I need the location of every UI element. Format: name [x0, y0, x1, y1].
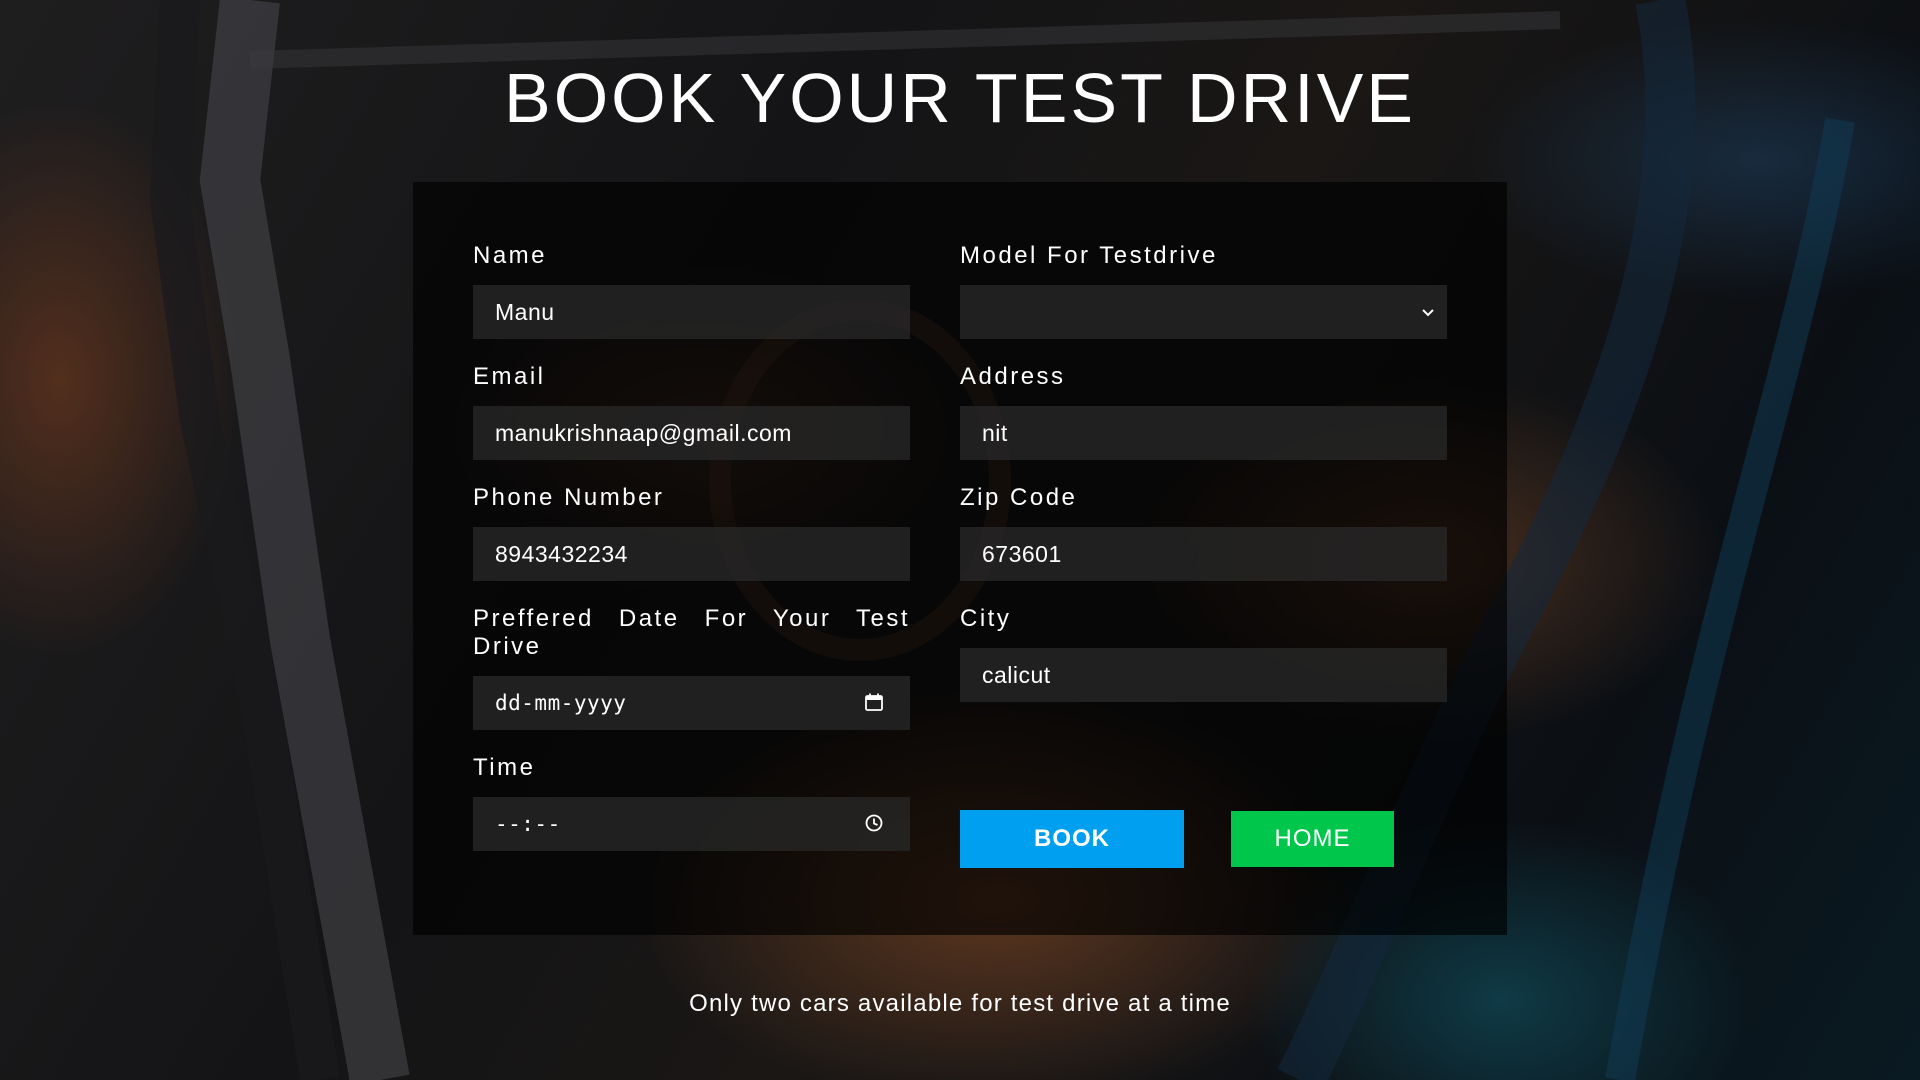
- home-button[interactable]: HOME: [1231, 811, 1394, 867]
- name-label: Name: [473, 242, 548, 269]
- phone-number-input[interactable]: 8943432234: [473, 527, 910, 581]
- zip-code-label: Zip Code: [960, 484, 1078, 511]
- time-label: Time: [473, 754, 536, 781]
- city-input[interactable]: calicut: [960, 648, 1447, 702]
- preferred-date-input[interactable]: dd-mm-yyyy: [473, 676, 910, 730]
- book-button[interactable]: BOOK: [960, 810, 1184, 868]
- time-input[interactable]: --:--: [473, 797, 910, 851]
- phone-number-label: Phone Number: [473, 484, 665, 511]
- email-label: Email: [473, 363, 546, 390]
- time-placeholder: --:--: [495, 812, 561, 836]
- chevron-down-icon: [1422, 309, 1434, 317]
- name-input[interactable]: Manu: [473, 285, 910, 339]
- calendar-icon[interactable]: [864, 692, 884, 712]
- clock-icon[interactable]: [864, 813, 884, 833]
- model-label: Model For Testdrive: [960, 242, 1218, 269]
- address-input[interactable]: nit: [960, 406, 1447, 460]
- model-select[interactable]: [960, 285, 1447, 339]
- date-placeholder: dd-mm-yyyy: [495, 691, 627, 715]
- email-input[interactable]: manukrishnaap@gmail.com: [473, 406, 910, 460]
- city-label: City: [960, 605, 1012, 632]
- preferred-date-label: Preffered Date For Your Test Drive: [473, 605, 910, 660]
- availability-note: Only two cars available for test drive a…: [689, 990, 1231, 1017]
- zip-code-input[interactable]: 673601: [960, 527, 1447, 581]
- page-title: BOOK YOUR TEST DRIVE: [504, 59, 1416, 137]
- address-label: Address: [960, 363, 1066, 390]
